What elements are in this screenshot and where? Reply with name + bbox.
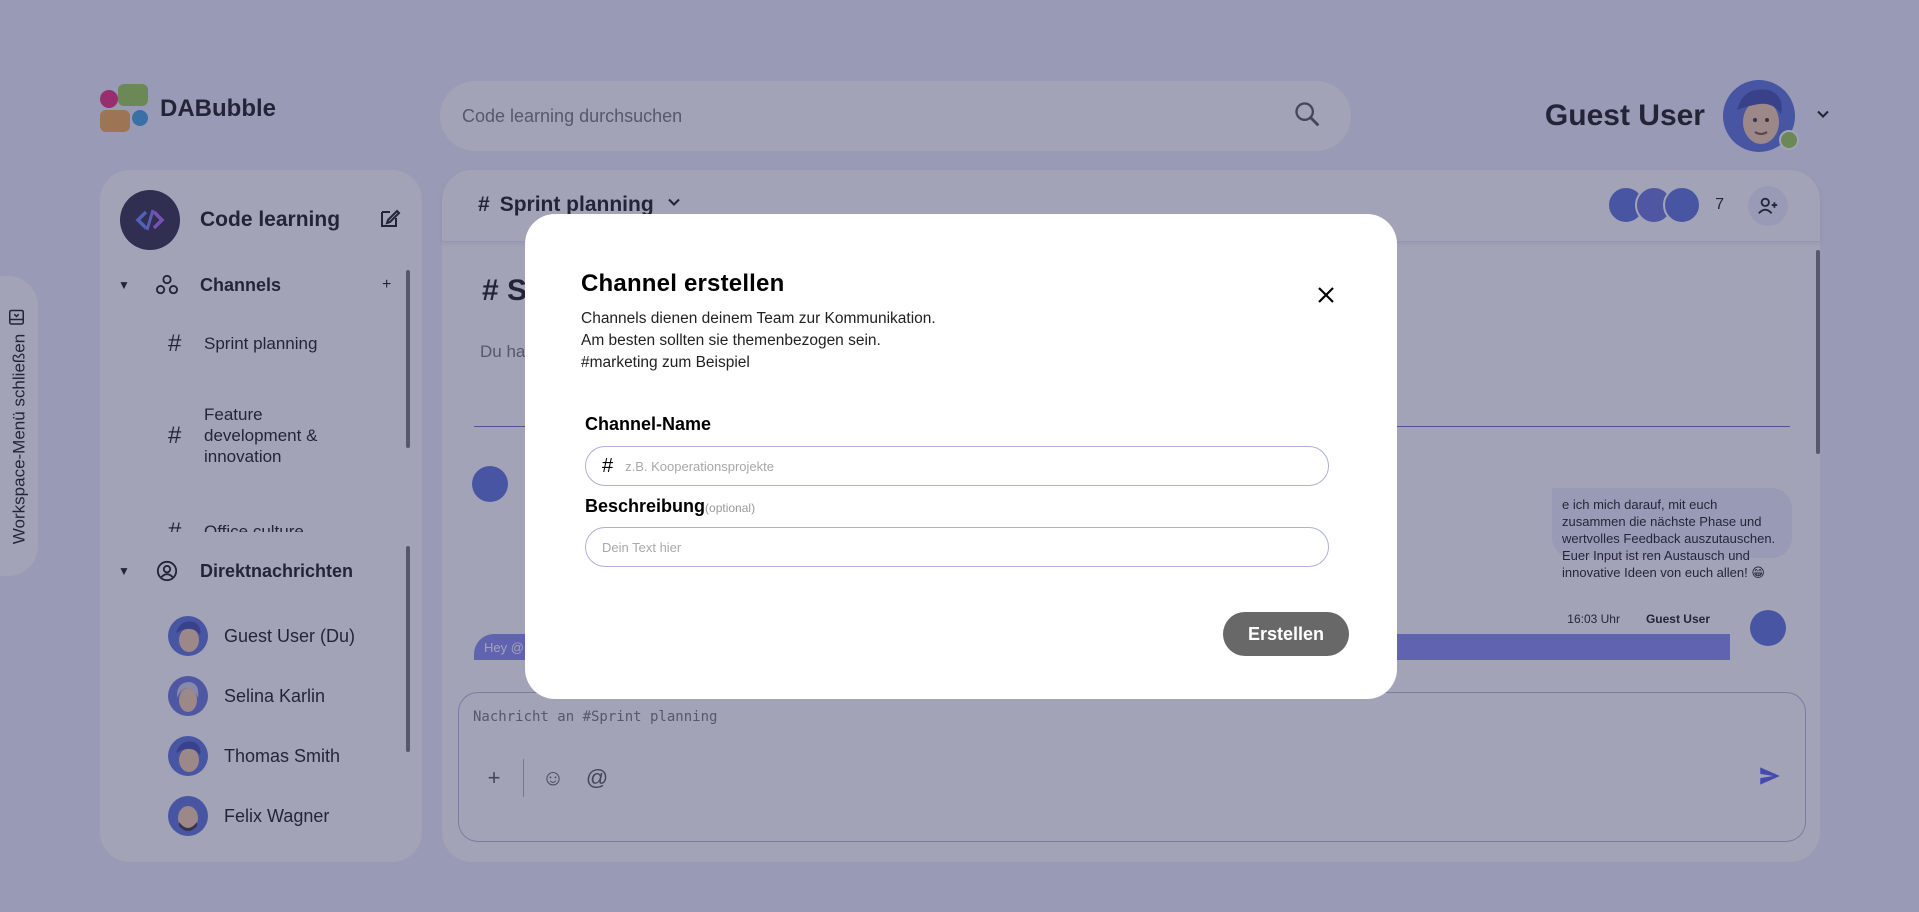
description-field[interactable] <box>585 527 1329 567</box>
description-line: Channels dienen deinem Team zur Kommunik… <box>581 310 936 327</box>
dialog-description: Channels dienen deinem Team zur Kommunik… <box>581 308 936 374</box>
description-line: Am besten sollten sie themenbezogen sein… <box>581 332 881 349</box>
create-channel-dialog: Channel erstellen Channels dienen deinem… <box>525 214 1397 699</box>
create-channel-button[interactable]: Erstellen <box>1223 612 1349 656</box>
channel-name-field[interactable]: # <box>585 446 1329 486</box>
description-label: Beschreibung(optional) <box>585 496 755 517</box>
channel-name-label: Channel-Name <box>585 414 712 434</box>
description-input[interactable] <box>602 539 1312 555</box>
hash-icon: # <box>602 454 614 477</box>
optional-hint: (optional) <box>705 501 756 515</box>
close-icon[interactable] <box>1309 278 1343 312</box>
dialog-title: Channel erstellen <box>581 270 785 297</box>
channel-name-input[interactable] <box>625 458 1312 474</box>
description-label-text: Beschreibung <box>585 496 706 516</box>
description-line: #marketing zum Beispiel <box>581 354 750 371</box>
